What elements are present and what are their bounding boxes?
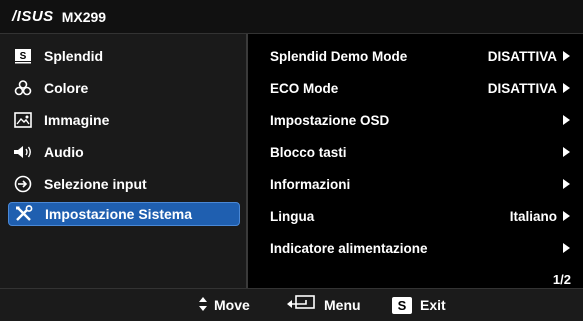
- exit-label: Exit: [420, 297, 446, 313]
- menu-item-label: Audio: [44, 144, 84, 160]
- audio-icon: [12, 143, 34, 161]
- menu-item-label: Immagine: [44, 112, 110, 128]
- move-hint: Move: [198, 296, 250, 315]
- osd-footer: Move Menu S Exit: [0, 288, 583, 321]
- svg-text:S: S: [20, 51, 27, 62]
- setting-value: Italiano: [509, 208, 557, 224]
- menu-item-label: Impostazione Sistema: [45, 206, 193, 222]
- menu-item-selezione-input[interactable]: Selezione input: [8, 172, 240, 196]
- up-down-icon: [198, 296, 208, 315]
- colore-icon: [12, 79, 34, 97]
- enter-icon: [286, 294, 316, 316]
- setting-label: Lingua: [270, 208, 315, 224]
- setting-value: DISATTIVA: [487, 80, 557, 96]
- setting-splendid-demo-mode[interactable]: Splendid Demo Mode DISATTIVA: [270, 45, 570, 67]
- move-label: Move: [214, 297, 250, 313]
- system-icon: [13, 205, 35, 223]
- input-icon: [12, 175, 34, 193]
- menu-item-label: Selezione input: [44, 176, 147, 192]
- setting-label: Blocco tasti: [270, 144, 347, 160]
- setting-informazioni[interactable]: Informazioni: [270, 173, 570, 195]
- setting-blocco-tasti[interactable]: Blocco tasti: [270, 141, 570, 163]
- menu-item-immagine[interactable]: Immagine: [8, 108, 240, 132]
- model-name: MX299: [61, 8, 107, 25]
- setting-lingua[interactable]: Lingua Italiano: [270, 205, 570, 227]
- menu-hint: Menu: [286, 294, 361, 316]
- osd-window: /ISUS MX299 S Splendid Colore Immagine A…: [0, 0, 583, 321]
- menu-item-colore[interactable]: Colore: [8, 76, 240, 100]
- setting-label: ECO Mode: [270, 80, 339, 96]
- immagine-icon: [12, 111, 34, 129]
- setting-impostazione-osd[interactable]: Impostazione OSD: [270, 109, 570, 131]
- menu-item-impostazione-sistema[interactable]: Impostazione Sistema: [8, 202, 240, 226]
- setting-indicatore-alimentazione[interactable]: Indicatore alimentazione: [270, 237, 570, 259]
- arrow-right-icon: [563, 147, 570, 157]
- splendid-icon: S: [12, 47, 34, 65]
- arrow-right-icon: [563, 83, 570, 93]
- setting-label: Informazioni: [270, 176, 351, 192]
- osd-header: /ISUS MX299: [0, 0, 583, 34]
- setting-label: Indicatore alimentazione: [270, 240, 428, 256]
- exit-hint: S Exit: [392, 296, 446, 314]
- menu-item-label: Colore: [44, 80, 89, 96]
- s-key-icon: S: [392, 296, 412, 314]
- page-indicator: 1/2: [552, 272, 571, 287]
- setting-value: DISATTIVA: [487, 48, 557, 64]
- arrow-right-icon: [563, 211, 570, 221]
- setting-eco-mode[interactable]: ECO Mode DISATTIVA: [270, 77, 570, 99]
- brand-logo: /ISUS: [12, 8, 54, 25]
- menu-item-label: Splendid: [44, 48, 104, 64]
- menu-item-splendid[interactable]: S Splendid: [8, 44, 240, 68]
- main-menu: S Splendid Colore Immagine Audio Selezio…: [0, 34, 246, 288]
- menu-label: Menu: [324, 297, 361, 313]
- setting-label: Splendid Demo Mode: [270, 48, 408, 64]
- arrow-right-icon: [563, 179, 570, 189]
- arrow-right-icon: [563, 115, 570, 125]
- menu-item-audio[interactable]: Audio: [8, 140, 240, 164]
- arrow-right-icon: [563, 243, 570, 253]
- setting-label: Impostazione OSD: [270, 112, 390, 128]
- arrow-right-icon: [563, 51, 570, 61]
- settings-panel: Splendid Demo Mode DISATTIVA ECO Mode DI…: [248, 34, 583, 288]
